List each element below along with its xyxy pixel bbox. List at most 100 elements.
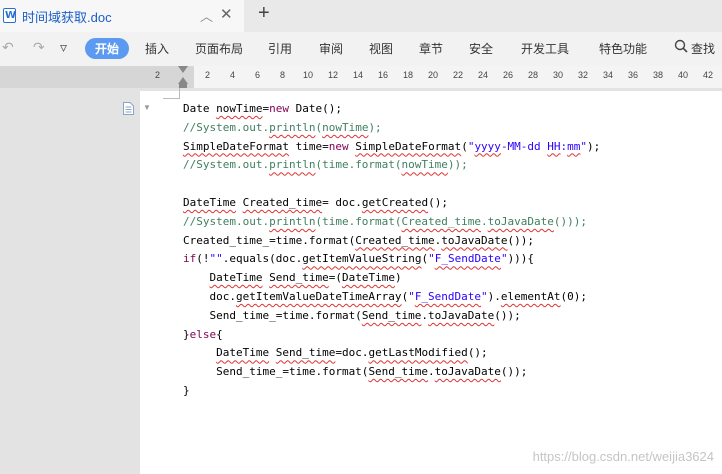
code-line: //System.out.println(nowTime); bbox=[183, 119, 600, 138]
code-token: DateTime Created_time= doc.getCreated(); bbox=[183, 195, 448, 209]
menu-home[interactable]: 开始 bbox=[85, 38, 130, 59]
code-token: .equals(doc.getItemValueString( bbox=[222, 252, 429, 266]
menu-view[interactable]: 视图 bbox=[369, 40, 393, 57]
code-line: Date nowTime=new Date(); bbox=[183, 100, 600, 119]
ruler-tick: 32 bbox=[578, 70, 589, 80]
code-token: Date nowTime= bbox=[183, 102, 270, 115]
code-token: "" bbox=[209, 252, 223, 266]
ruler-tick: 4 bbox=[230, 70, 236, 80]
ruler-tick: 10 bbox=[303, 70, 314, 80]
code-token: SimpleDateFormat( bbox=[355, 139, 468, 153]
code-token: //System.out.println(time.format(nowTime… bbox=[183, 158, 468, 172]
code-line: SimpleDateFormat time=new SimpleDateForm… bbox=[183, 138, 600, 157]
ruler-tick: 12 bbox=[328, 70, 339, 80]
code-token: ))){ bbox=[507, 252, 535, 266]
title-bar: W 时间域获取.doc ︿ ✕ + bbox=[0, 0, 722, 32]
ruler-tick: 28 bbox=[528, 70, 539, 80]
search-label[interactable]: 查找 bbox=[691, 40, 715, 57]
code-token: (! bbox=[196, 252, 210, 266]
code-line: Send_time_=time.format(Send_time.toJavaD… bbox=[183, 307, 600, 326]
first-line-indent-marker[interactable] bbox=[178, 66, 188, 73]
minimize-up-icon[interactable]: ︿ bbox=[200, 6, 213, 25]
code-line: } bbox=[183, 382, 600, 401]
code-token: "F_SendDate" bbox=[428, 252, 508, 266]
ruler-tick: 14 bbox=[353, 70, 364, 80]
code-line: if(!"".equals(doc.getItemValueString("F_… bbox=[183, 250, 600, 269]
close-icon[interactable]: ✕ bbox=[220, 5, 233, 23]
code-token: doc.getItemValueDateTimeArray( bbox=[183, 289, 409, 303]
horizontal-ruler[interactable]: 2 2 4 6 8 10 12 14 16 18 20 22 24 26 28 … bbox=[0, 66, 722, 88]
undo-icon[interactable]: ↶ bbox=[2, 39, 14, 56]
word-doc-icon: W bbox=[3, 8, 16, 23]
menu-review[interactable]: 审阅 bbox=[319, 40, 343, 57]
ruler-tick: 22 bbox=[453, 70, 464, 80]
ruler-tick: 40 bbox=[678, 70, 689, 80]
ruler-tick: 6 bbox=[255, 70, 261, 80]
code-token: new bbox=[328, 139, 349, 153]
page-corner-mark bbox=[163, 98, 179, 99]
watermark: https://blog.csdn.net/weijia3624 bbox=[532, 449, 714, 464]
ruler-tick: 8 bbox=[280, 70, 286, 80]
redo-icon[interactable]: ↷ bbox=[33, 39, 45, 56]
code-token: Created_time_=time.format(Created_time.t… bbox=[183, 233, 535, 247]
code-line: //System.out.println(time.format(nowTime… bbox=[183, 156, 600, 175]
code-line: }else{ bbox=[183, 326, 600, 345]
hanging-indent-marker[interactable] bbox=[178, 77, 188, 84]
code-token: if bbox=[183, 252, 197, 266]
ruler-tick: 2 bbox=[155, 70, 161, 80]
code-token: } bbox=[183, 383, 190, 397]
ruler-tick: 16 bbox=[378, 70, 389, 80]
code-token: Send_time_=time.format(Send_time.toJavaD… bbox=[183, 308, 521, 322]
code-line: DateTime Created_time= doc.getCreated(); bbox=[183, 194, 600, 213]
code-line: Send_time_=time.format(Send_time.toJavaD… bbox=[183, 363, 600, 382]
code-token: DateTime Send_time=(DateTime) bbox=[209, 271, 402, 285]
code-line: //System.out.println(time.format(Created… bbox=[183, 213, 600, 232]
ribbon-menu: ↶ ↷ ▿ 开始 插入 页面布局 引用 审阅 视图 章节 安全 开发工具 特色功… bbox=[0, 32, 722, 67]
menu-developer[interactable]: 开发工具 bbox=[521, 40, 569, 57]
code-line: doc.getItemValueDateTimeArray("F_SendDat… bbox=[183, 288, 600, 307]
ruler-tick: 30 bbox=[553, 70, 564, 80]
collapse-caret-icon[interactable]: ▼ bbox=[143, 103, 151, 112]
search-icon[interactable] bbox=[674, 39, 688, 53]
code-token: SimpleDateFormat time= bbox=[183, 139, 329, 153]
ruler-tick: 18 bbox=[403, 70, 414, 80]
ruler-tick: 24 bbox=[478, 70, 489, 80]
menu-page-layout[interactable]: 页面布局 bbox=[195, 40, 243, 57]
code-block[interactable]: Date nowTime=new Date();//System.out.pri… bbox=[183, 100, 600, 401]
code-token: ); bbox=[587, 139, 601, 153]
code-token: Date(); bbox=[288, 102, 342, 115]
ruler-tick: 20 bbox=[428, 70, 439, 80]
ruler-tick: 34 bbox=[603, 70, 614, 80]
add-tab-icon[interactable]: + bbox=[258, 2, 270, 25]
code-token: { bbox=[216, 327, 223, 341]
word-doc-letter: W bbox=[5, 10, 17, 21]
code-token: ).elementAt(0); bbox=[487, 289, 588, 303]
code-token: DateTime Send_time=doc.getLastModified()… bbox=[216, 346, 488, 360]
page-corner-mark bbox=[179, 88, 180, 99]
document-nav-icon[interactable] bbox=[123, 102, 134, 115]
code-token: new bbox=[269, 102, 289, 115]
ruler-tick: 38 bbox=[653, 70, 664, 80]
menu-chapter[interactable]: 章节 bbox=[419, 40, 443, 57]
code-line: Created_time_=time.format(Created_time.t… bbox=[183, 232, 600, 251]
ruler-tick: 42 bbox=[703, 70, 714, 80]
ruler-tick: 36 bbox=[628, 70, 639, 80]
ruler-tick: 26 bbox=[503, 70, 514, 80]
code-token: else bbox=[189, 327, 217, 341]
menu-features[interactable]: 特色功能 bbox=[599, 40, 647, 57]
menu-insert[interactable]: 插入 bbox=[145, 40, 169, 57]
code-token: "F_SendDate" bbox=[408, 289, 488, 303]
ruler-tick: 2 bbox=[205, 70, 211, 80]
code-line: DateTime Send_time=doc.getLastModified()… bbox=[183, 344, 600, 363]
menu-references[interactable]: 引用 bbox=[268, 40, 292, 57]
code-token: //System.out.println(nowTime); bbox=[183, 120, 382, 134]
dropdown-icon[interactable]: ▿ bbox=[60, 39, 67, 56]
code-token: //System.out.println(time.format(Created… bbox=[183, 214, 588, 228]
code-line: DateTime Send_time=(DateTime) bbox=[183, 269, 600, 288]
document-tab[interactable]: W 时间域获取.doc ︿ ✕ bbox=[0, 0, 244, 32]
code-token: Send_time_=time.format(Send_time.toJavaD… bbox=[183, 365, 528, 379]
menu-security[interactable]: 安全 bbox=[469, 40, 493, 57]
tab-title[interactable]: 时间域获取.doc bbox=[22, 7, 112, 26]
code-token: "yyyy-MM-dd HH:mm" bbox=[467, 139, 588, 153]
